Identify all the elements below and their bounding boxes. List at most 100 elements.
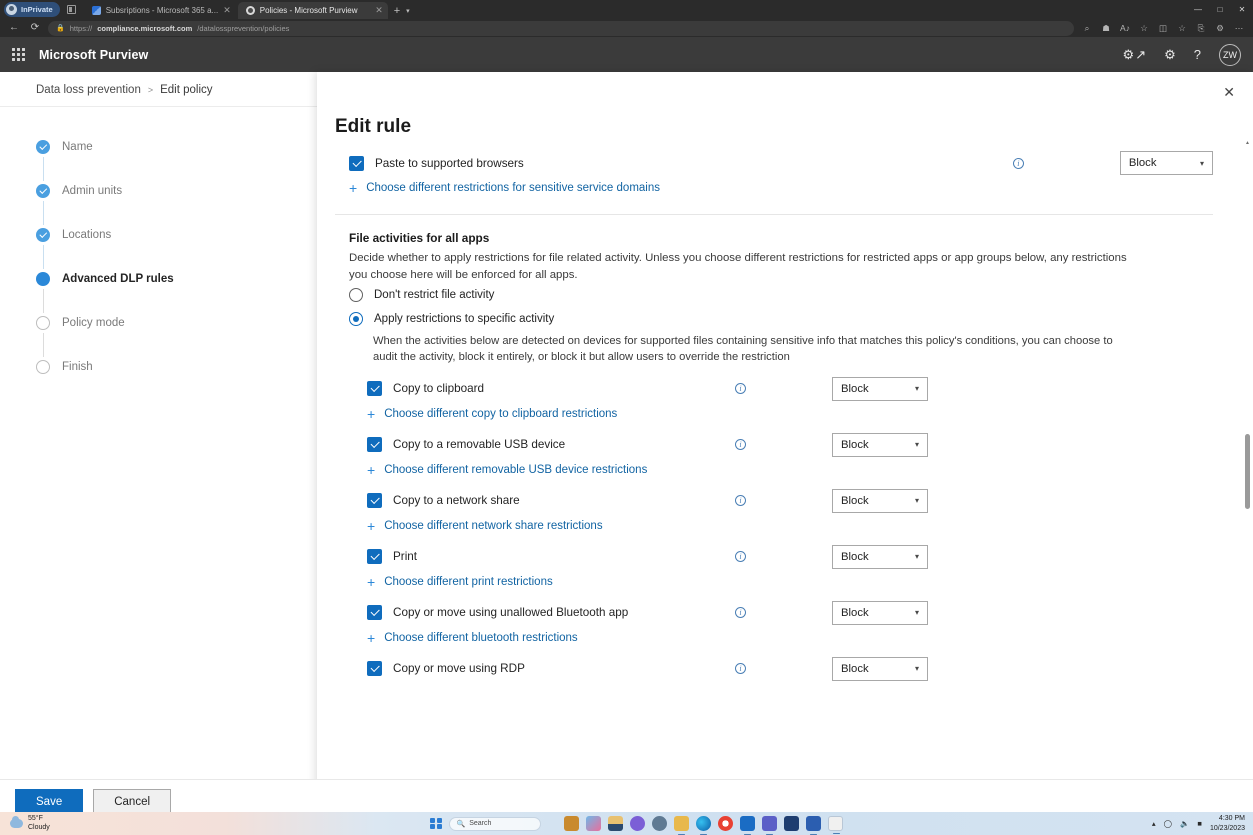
start-icon[interactable] (430, 818, 442, 830)
add-favorite-icon[interactable]: ☆ (1136, 24, 1152, 33)
sidebar-item-name[interactable]: Name (36, 137, 300, 157)
inprivate-indicator[interactable]: InPrivate (4, 2, 60, 17)
store-icon[interactable] (784, 816, 799, 831)
checkbox-paste-to-supported-browsers[interactable] (349, 156, 364, 171)
outlook-icon[interactable] (740, 816, 755, 831)
search-input[interactable]: 🔍 Search (449, 817, 541, 831)
checkbox-print[interactable] (367, 549, 382, 564)
link-choose-removable-usb-device-restrictions[interactable]: + Choose different removable USB device … (335, 458, 1213, 482)
cancel-button[interactable]: Cancel (93, 789, 171, 814)
maximize-button[interactable]: □ (1209, 0, 1231, 19)
teams-icon[interactable] (762, 816, 777, 831)
scrollbar-thumb[interactable] (1245, 434, 1250, 509)
empty-circle-icon (36, 360, 50, 374)
word-icon[interactable] (806, 816, 821, 831)
checkbox-copy-to-removable-usb-device[interactable] (367, 437, 382, 452)
back-icon[interactable]: ← (6, 23, 22, 33)
favorites-hub-icon[interactable]: ☗ (1098, 24, 1114, 33)
save-button[interactable]: Save (15, 789, 83, 814)
sidebar-item-admin-units[interactable]: Admin units (36, 181, 300, 201)
chrome-icon[interactable] (718, 816, 733, 831)
browser-tab-policies[interactable]: Policies - Microsoft Purview ✕ (238, 2, 388, 19)
step-label: Locations (62, 229, 111, 241)
chat-icon[interactable] (630, 816, 645, 831)
show-hidden-icons[interactable]: ▴ (1152, 819, 1156, 828)
sidebar-item-policy-mode[interactable]: Policy mode (36, 313, 300, 333)
action-dropdown-print[interactable]: Block ▾ (832, 545, 928, 569)
settings-gear-icon[interactable]: ⚙ (1164, 48, 1176, 61)
edge-icon[interactable] (696, 816, 711, 831)
breadcrumb-root[interactable]: Data loss prevention (36, 84, 141, 96)
checkbox-copy-or-move-using-rdp[interactable] (367, 661, 382, 676)
browser-tab-subscriptions[interactable]: Subsriptions - Microsoft 365 a... ✕ (84, 2, 236, 19)
dropdown-value: Block (841, 495, 869, 507)
split-screen-icon[interactable]: ◫ (1155, 24, 1171, 33)
taskbar-apps: 🔍 Search (430, 816, 843, 831)
new-tab-button[interactable]: + (390, 6, 404, 17)
avatar[interactable]: ZW (1219, 44, 1241, 66)
sidebar-item-finish[interactable]: Finish (36, 357, 300, 377)
checkbox-copy-to-clipboard[interactable] (367, 381, 382, 396)
sidebar-item-locations[interactable]: Locations (36, 225, 300, 245)
link-choose-print-restrictions[interactable]: + Choose different print restrictions (335, 570, 1213, 594)
settings-more-icon[interactable]: ⋯ (1231, 24, 1247, 33)
radio-dont-restrict-file-activity[interactable]: Don't restrict file activity (335, 283, 1213, 307)
purview-icon (246, 6, 255, 15)
tab-search-button[interactable] (62, 1, 82, 17)
minimize-button[interactable]: — (1187, 0, 1209, 19)
link-choose-sensitive-service-domain-restrictions[interactable]: + Choose different restrictions for sens… (335, 176, 1213, 200)
checkbox-copy-or-move-using-unallowed-bluetooth-app[interactable] (367, 605, 382, 620)
sidebar-item-advanced-dlp-rules[interactable]: Advanced DLP rules (36, 269, 300, 289)
close-icon[interactable]: ✕ (1223, 85, 1235, 99)
action-dropdown-copy-to-removable-usb-device[interactable]: Block ▾ (832, 433, 928, 457)
window-controls: — □ ✕ (1187, 0, 1253, 19)
link-choose-network-share-restrictions[interactable]: + Choose different network share restric… (335, 514, 1213, 538)
address-bar[interactable]: 🔒 https://compliance.microsoft.com/datal… (48, 21, 1074, 36)
taskbar-clock[interactable]: 4:30 PM 10/23/2023 (1210, 814, 1245, 832)
info-icon[interactable]: i (735, 551, 746, 562)
step-label: Admin units (62, 185, 122, 197)
action-dropdown-copy-to-network-share[interactable]: Block ▾ (832, 489, 928, 513)
network-icon[interactable]: ◯ (1164, 819, 1172, 828)
help-icon[interactable]: ? (1194, 48, 1201, 61)
panel-scrollbar[interactable]: ▲ ▼ (1244, 138, 1251, 823)
info-icon[interactable]: i (735, 383, 746, 394)
info-icon[interactable]: i (735, 663, 746, 674)
browser-essentials-icon[interactable]: ⎘ (1193, 24, 1209, 33)
refresh-icon[interactable]: ⟳ (27, 23, 43, 33)
folder-icon[interactable] (674, 816, 689, 831)
action-dropdown-paste-to-supported-browsers[interactable]: Block ▾ (1120, 151, 1213, 175)
checkbox-copy-to-network-share[interactable] (367, 493, 382, 508)
volume-icon[interactable]: 🔈 (1180, 819, 1189, 828)
info-icon[interactable]: i (1013, 158, 1024, 169)
action-dropdown-copy-to-clipboard[interactable]: Block ▾ (832, 377, 928, 401)
app-launcher-icon[interactable] (12, 48, 25, 61)
link-choose-bluetooth-restrictions[interactable]: + Choose different bluetooth restriction… (335, 626, 1213, 650)
battery-icon[interactable]: ■ (1197, 819, 1202, 828)
close-icon[interactable]: ✕ (223, 6, 231, 15)
clock-date: 10/23/2023 (1210, 824, 1245, 833)
info-icon[interactable]: i (735, 495, 746, 506)
zoom-icon[interactable]: ⌕ (1079, 24, 1095, 33)
briefcase-icon[interactable] (564, 816, 579, 831)
collections-icon[interactable]: ☆ (1174, 24, 1190, 33)
info-icon[interactable]: i (735, 439, 746, 450)
photos-icon[interactable] (586, 816, 601, 831)
read-aloud-icon[interactable]: A♪ (1117, 24, 1133, 33)
link-choose-copy-to-clipboard-restrictions[interactable]: + Choose different copy to clipboard res… (335, 402, 1213, 426)
extensions-icon[interactable]: ⚙ (1212, 24, 1228, 33)
close-icon[interactable]: ✕ (375, 6, 383, 15)
diagnostics-icon[interactable]: ⚙ ↗ (1122, 48, 1146, 61)
file-explorer-icon[interactable] (608, 816, 623, 831)
radio-apply-restrictions-to-specific-activity[interactable]: Apply restrictions to specific activity (335, 307, 1213, 331)
action-dropdown-copy-or-move-using-unallowed-bluetooth-app[interactable]: Block ▾ (832, 601, 928, 625)
close-window-button[interactable]: ✕ (1231, 0, 1253, 19)
scroll-up-icon[interactable]: ▲ (1244, 140, 1251, 146)
action-dropdown-copy-or-move-using-rdp[interactable]: Block ▾ (832, 657, 928, 681)
snip-icon[interactable] (828, 816, 843, 831)
weather-widget[interactable]: 55°F Cloudy (0, 815, 430, 833)
chevron-down-icon[interactable]: ▾ (406, 7, 410, 15)
info-icon[interactable]: i (735, 607, 746, 618)
settings-icon[interactable] (652, 816, 667, 831)
chevron-down-icon: ▾ (915, 608, 919, 617)
